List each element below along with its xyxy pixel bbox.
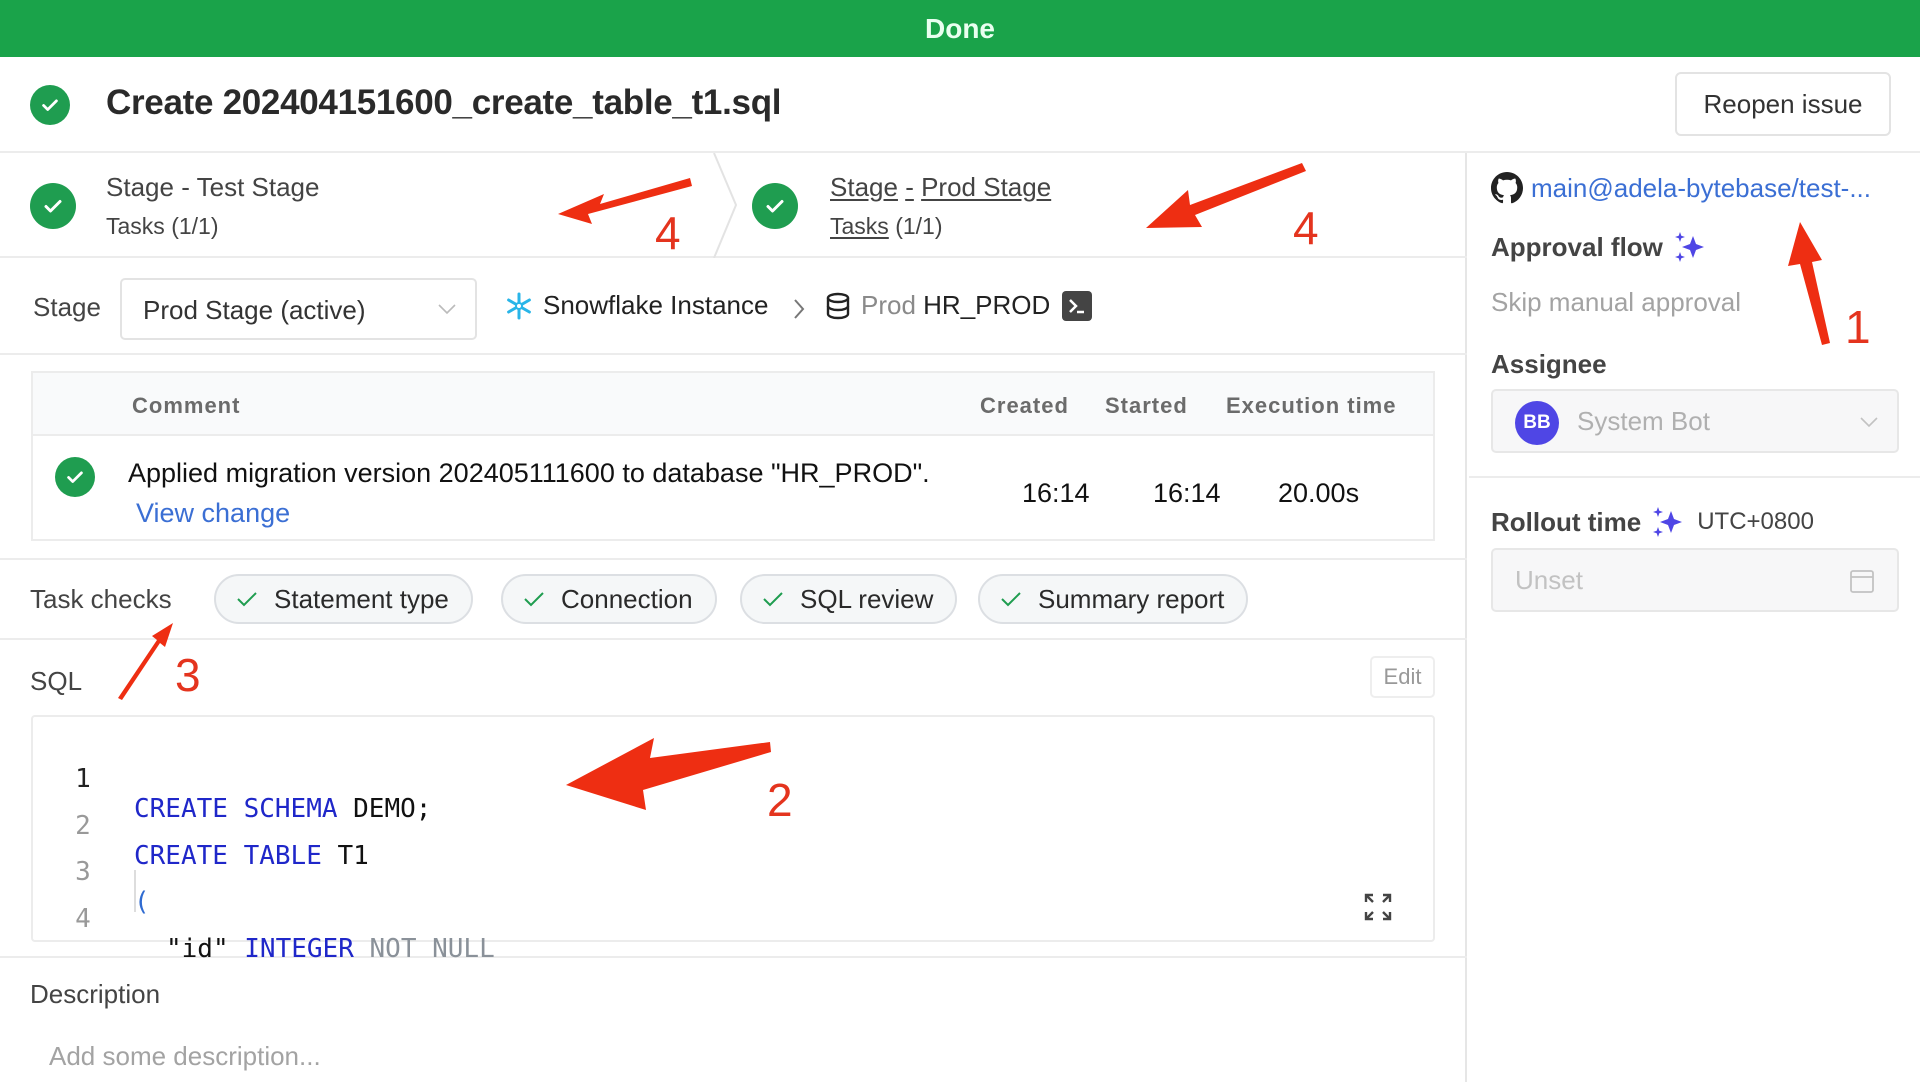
annotation-arrow-3 <box>118 623 173 700</box>
annotation-arrow-2 <box>566 738 771 810</box>
annotation-arrow-4b <box>1146 163 1306 228</box>
annotation-arrow-1 <box>1788 222 1830 345</box>
annotation-number: 2 <box>767 774 793 826</box>
annotation-number: 4 <box>1293 202 1319 254</box>
annotation-number: 4 <box>655 207 681 259</box>
annotation-arrows <box>118 163 1830 810</box>
annotation-number: 1 <box>1845 301 1871 353</box>
annotation-number: 3 <box>175 649 201 701</box>
